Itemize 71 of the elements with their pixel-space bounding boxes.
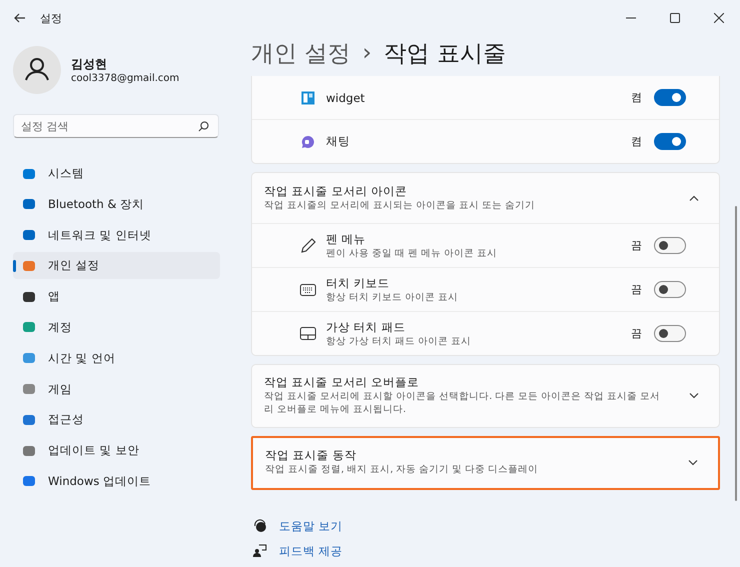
section-title: 작업 표시줄 모서리 오버플로 bbox=[264, 375, 420, 390]
setting-label: 펜 메뉴 bbox=[326, 232, 367, 246]
close-icon[interactable] bbox=[714, 13, 724, 23]
setting-description: 항상 가상 터치 패드 아이콘 표시 bbox=[326, 334, 472, 348]
section-header[interactable]: 작업 표시줄 모서리 오버플로 작업 표시줄 모서리에 표시할 아이콘을 선택합니다. 다른 모든 아이콘은 작업 표시줄 모서리 오버플로 메뉴에 표시됩니다. bbox=[252, 365, 719, 427]
toggle-switch[interactable] bbox=[654, 133, 686, 150]
breadcrumb-parent[interactable]: 개인 설정 bbox=[251, 38, 350, 68]
touchpad-icon bbox=[300, 327, 316, 340]
toggle-switch[interactable] bbox=[654, 281, 686, 298]
toggle-switch[interactable] bbox=[654, 89, 686, 106]
account-name: 김성현 bbox=[71, 56, 108, 73]
nav-item[interactable]: 네트워크 및 인터넷 bbox=[13, 222, 220, 249]
category-icon bbox=[22, 290, 36, 304]
search-icon bbox=[198, 121, 209, 132]
setting-label: 가상 터치 패드 bbox=[326, 320, 406, 334]
category-icon bbox=[22, 320, 36, 334]
category-icon bbox=[22, 474, 36, 488]
nav-item[interactable]: 시간 및 언어 bbox=[13, 344, 220, 372]
chat-icon bbox=[300, 134, 316, 148]
category-icon bbox=[22, 382, 36, 396]
search-field[interactable]: 설정 검색 bbox=[13, 114, 219, 138]
setting-description: 펜이 사용 중일 때 펜 메뉴 아이콘 표시 bbox=[326, 246, 498, 260]
scrollbar[interactable] bbox=[735, 206, 737, 501]
section-description: 작업 표시줄 모서리에 표시할 아이콘을 선택합니다. 다른 모든 아이콘은 작업 표시줄 모서리 오버플로 메뉴에 표시됩니다. bbox=[264, 390, 662, 417]
section-header[interactable]: 작업 표시줄 동작 작업 표시줄 정렬, 배지 표시, 자동 숨기기 및 다중 디스플레이 bbox=[253, 438, 718, 488]
maximize-icon[interactable] bbox=[670, 13, 680, 23]
category-icon bbox=[22, 444, 36, 458]
page-title: 작업 표시줄 bbox=[384, 40, 506, 68]
setting-label: widget bbox=[326, 90, 366, 104]
category-icon bbox=[22, 412, 36, 427]
category-icon bbox=[22, 197, 36, 212]
toggle-state: 켬 bbox=[631, 90, 642, 105]
nav-item[interactable]: Windows 업데이트 bbox=[13, 468, 220, 495]
toggle-switch[interactable] bbox=[654, 237, 686, 254]
section-description: 작업 표시줄의 모서리에 표시되는 아이콘을 표시 또는 숨기기 bbox=[264, 198, 536, 212]
nav-item[interactable]: 업데이트 및 보안 bbox=[13, 437, 220, 464]
nav-item[interactable]: 앱 bbox=[13, 283, 220, 310]
toggle-state: 끔 bbox=[631, 282, 642, 297]
toggle-state: 끔 bbox=[631, 238, 642, 253]
nav-item[interactable]: Bluetooth & 장치 bbox=[13, 190, 220, 218]
nav-item[interactable]: 게임 bbox=[13, 376, 220, 403]
keyboard-icon bbox=[300, 284, 316, 296]
window-title: 설정 bbox=[40, 10, 62, 26]
help-icon bbox=[253, 519, 267, 534]
pen-icon bbox=[300, 238, 316, 254]
toggle-state: 끔 bbox=[631, 326, 642, 341]
section-header[interactable]: 작업 표시줄 모서리 아이콘 작업 표시줄의 모서리에 표시되는 아이콘을 표시 또는 숨기기 bbox=[252, 173, 719, 223]
category-icon bbox=[22, 166, 36, 180]
category-icon bbox=[22, 228, 36, 242]
section-title: 작업 표시줄 모서리 아이콘 bbox=[264, 184, 408, 199]
nav-item[interactable]: 개인 설정 bbox=[13, 252, 220, 280]
back-icon[interactable] bbox=[14, 13, 26, 23]
section-title: 작업 표시줄 동작 bbox=[265, 448, 358, 464]
widget-icon bbox=[300, 90, 316, 104]
help-link[interactable]: 도움말 보기 bbox=[279, 518, 343, 534]
toggle-switch[interactable] bbox=[654, 325, 686, 342]
category-icon bbox=[22, 351, 36, 366]
section-description: 작업 표시줄 정렬, 배지 표시, 자동 숨기기 및 다중 디스플레이 bbox=[265, 463, 540, 477]
toggle-state: 켬 bbox=[631, 134, 642, 149]
setting-label: 채팅 bbox=[326, 134, 351, 149]
breadcrumb-separator: › bbox=[362, 40, 372, 66]
nav-item[interactable]: 계정 bbox=[13, 314, 220, 341]
avatar-icon bbox=[13, 46, 61, 94]
help-link[interactable]: 피드백 제공 bbox=[279, 544, 343, 559]
feedback-icon bbox=[253, 544, 267, 558]
setting-description: 항상 터치 키보드 아이콘 표시 bbox=[326, 290, 460, 304]
category-icon bbox=[22, 258, 36, 273]
setting-label: 터치 키보드 bbox=[326, 276, 391, 290]
account-email: cool3378@gmail.com bbox=[71, 73, 180, 84]
nav-item[interactable]: 접근성 bbox=[13, 406, 220, 434]
nav-item[interactable]: 시스템 bbox=[13, 160, 220, 187]
